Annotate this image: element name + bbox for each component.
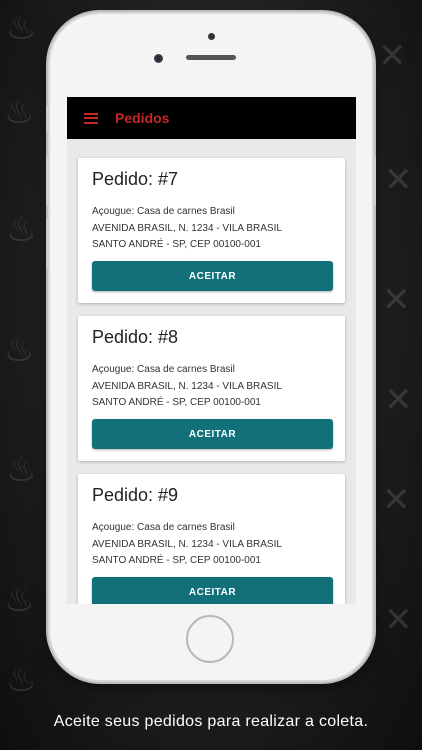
phone-frame: Pedidos Pedido: #7 Açougue: Casa de carn… <box>46 14 376 680</box>
grill-icon: ♨ <box>4 92 35 132</box>
crossed-utensils-icon: ✕ <box>384 380 413 420</box>
grill-icon: ♨ <box>4 580 35 620</box>
order-shop: Açougue: Casa de carnes Brasil <box>92 522 235 533</box>
app-screen: Pedidos Pedido: #7 Açougue: Casa de carn… <box>67 97 356 604</box>
crossed-utensils-icon: ✕ <box>384 160 413 200</box>
app-bar: Pedidos <box>67 97 356 139</box>
order-title: Pedido: #7 <box>92 169 179 189</box>
order-title: Pedido: #8 <box>92 327 179 347</box>
grill-icon: ♨ <box>4 330 35 370</box>
order-address-line1: AVENIDA BRASIL, N. 1234 - VILA BRASIL <box>92 381 282 392</box>
orders-list: Pedido: #7 Açougue: Casa de carnes Brasi… <box>67 139 356 604</box>
home-button[interactable] <box>186 615 234 663</box>
order-address-line2: SANTO ANDRÉ - SP, CEP 00100-001 <box>92 239 261 250</box>
mute-switch <box>46 106 49 132</box>
accept-button[interactable]: ACEITAR <box>92 577 333 604</box>
order-title: Pedido: #9 <box>92 485 179 505</box>
power-button <box>373 156 376 206</box>
crossed-utensils-icon: ✕ <box>382 280 411 320</box>
crossed-utensils-icon: ✕ <box>382 480 411 520</box>
grill-icon: ♨ <box>6 450 37 490</box>
grill-icon: ♨ <box>6 660 37 700</box>
crossed-utensils-icon: ✕ <box>378 36 407 76</box>
front-camera <box>208 33 215 40</box>
volume-down-button <box>46 218 49 268</box>
order-address-line1: AVENIDA BRASIL, N. 1234 - VILA BRASIL <box>92 223 282 234</box>
order-address-line1: AVENIDA BRASIL, N. 1234 - VILA BRASIL <box>92 539 282 550</box>
order-address-line2: SANTO ANDRÉ - SP, CEP 00100-001 <box>92 555 261 566</box>
order-shop: Açougue: Casa de carnes Brasil <box>92 206 235 217</box>
volume-up-button <box>46 156 49 206</box>
order-card: Pedido: #9 Açougue: Casa de carnes Brasi… <box>78 474 345 604</box>
order-card: Pedido: #7 Açougue: Casa de carnes Brasi… <box>78 158 345 303</box>
promo-caption: Aceite seus pedidos para realizar a cole… <box>53 713 369 730</box>
order-shop: Açougue: Casa de carnes Brasil <box>92 364 235 375</box>
earpiece-speaker <box>186 55 236 60</box>
grill-icon: ♨ <box>6 210 37 250</box>
page-title: Pedidos <box>115 110 170 126</box>
accept-button[interactable]: ACEITAR <box>92 261 333 291</box>
proximity-sensor <box>154 54 163 63</box>
crossed-utensils-icon: ✕ <box>384 600 413 640</box>
hamburger-menu-icon[interactable] <box>84 112 98 124</box>
grill-icon: ♨ <box>6 8 37 48</box>
order-address-line2: SANTO ANDRÉ - SP, CEP 00100-001 <box>92 397 261 408</box>
order-card: Pedido: #8 Açougue: Casa de carnes Brasi… <box>78 316 345 461</box>
accept-button[interactable]: ACEITAR <box>92 419 333 449</box>
